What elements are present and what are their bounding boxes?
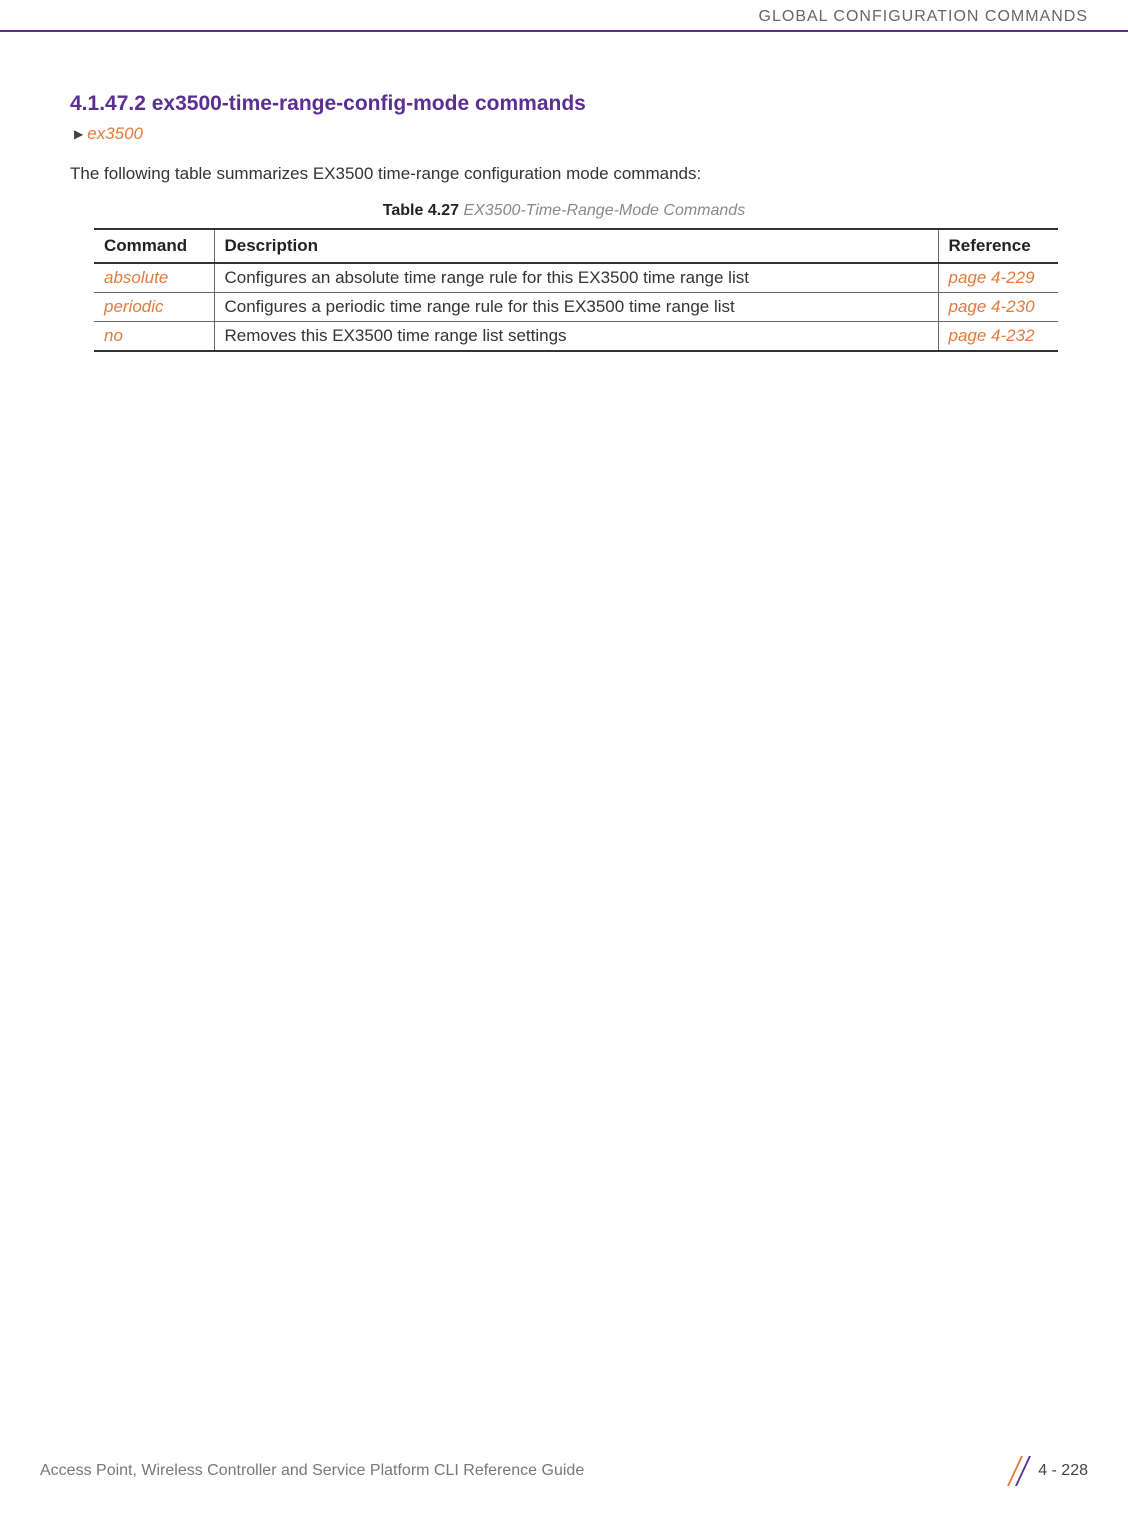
footer-right: 4 - 228 [998, 1456, 1088, 1486]
reference-link[interactable]: page 4-232 [949, 326, 1035, 345]
section-heading: 4.1.47.2 ex3500-time-range-config-mode c… [70, 92, 1058, 116]
page-content: 4.1.47.2 ex3500-time-range-config-mode c… [0, 32, 1128, 352]
table-row: periodic Configures a periodic time rang… [94, 293, 1058, 322]
table-header-row: Command Description Reference [94, 229, 1058, 263]
th-command: Command [94, 229, 214, 263]
command-description: Configures a periodic time range rule fo… [214, 293, 938, 322]
breadcrumb: ▶ ex3500 [74, 124, 1058, 144]
command-link[interactable]: periodic [104, 297, 164, 316]
intro-paragraph: The following table summarizes EX3500 ti… [70, 164, 1058, 184]
commands-table: Command Description Reference absolute C… [94, 228, 1058, 352]
table-caption-title: EX3500-Time-Range-Mode Commands [463, 202, 745, 219]
slash-decoration-icon [998, 1456, 1024, 1486]
page-header: GLOBAL CONFIGURATION COMMANDS [0, 0, 1128, 32]
command-description: Removes this EX3500 time range list sett… [214, 322, 938, 352]
page-footer: Access Point, Wireless Controller and Se… [0, 1456, 1128, 1486]
footer-doc-title: Access Point, Wireless Controller and Se… [40, 1462, 584, 1480]
command-link[interactable]: no [104, 326, 123, 345]
table-row: no Removes this EX3500 time range list s… [94, 322, 1058, 352]
th-reference: Reference [938, 229, 1058, 263]
command-link[interactable]: absolute [104, 268, 168, 287]
th-description: Description [214, 229, 938, 263]
command-description: Configures an absolute time range rule f… [214, 263, 938, 293]
reference-link[interactable]: page 4-230 [949, 297, 1035, 316]
table-caption: Table 4.27 EX3500-Time-Range-Mode Comman… [70, 202, 1058, 220]
breadcrumb-link[interactable]: ex3500 [87, 124, 143, 144]
chapter-title: GLOBAL CONFIGURATION COMMANDS [759, 8, 1088, 25]
table-caption-label: Table 4.27 [383, 202, 459, 219]
reference-link[interactable]: page 4-229 [949, 268, 1035, 287]
table-row: absolute Configures an absolute time ran… [94, 263, 1058, 293]
page-number: 4 - 228 [1038, 1462, 1088, 1480]
triangle-right-icon: ▶ [74, 127, 83, 141]
